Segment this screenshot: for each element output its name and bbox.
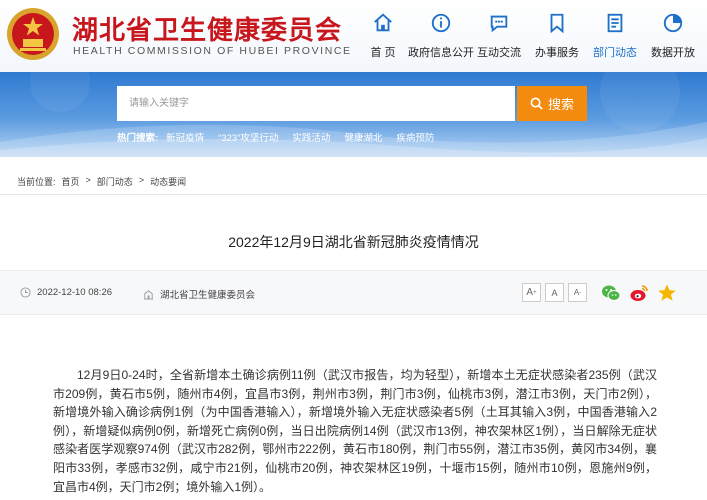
breadcrumb: 当前位置: 首页 > 部门动态 > 动态要闻 bbox=[17, 175, 186, 188]
nav-label: 数据开放 bbox=[651, 47, 695, 59]
article-source-text: 湖北省卫生健康委员会 bbox=[160, 290, 256, 301]
nav-dept-news[interactable]: 部门动态 bbox=[586, 10, 644, 64]
nav-gov-info[interactable]: 政府信息公开 bbox=[408, 10, 474, 64]
info-icon bbox=[431, 13, 451, 33]
font-size-controls: A + A A- bbox=[522, 283, 587, 302]
national-emblem-icon bbox=[7, 8, 59, 60]
article-source: 湖北省卫生健康委员会 bbox=[143, 287, 255, 301]
breadcrumb-label: 当前位置: bbox=[17, 177, 56, 187]
font-size-medium-label: A bbox=[551, 287, 558, 298]
nav-label: 部门动态 bbox=[593, 47, 637, 59]
article-date-text: 2022-12-10 08:26 bbox=[37, 287, 113, 298]
search-banner: 搜索 热门搜索: 新冠疫情 “323”攻坚行动 实践活动 健康湖北 疾病预防 bbox=[0, 72, 707, 157]
favorite-icon[interactable] bbox=[657, 283, 677, 303]
site-header: 湖北省卫生健康委员会 HEALTH COMMISSION OF HUBEI PR… bbox=[0, 0, 707, 72]
weibo-icon[interactable] bbox=[629, 283, 649, 303]
font-size-minus: - bbox=[579, 289, 582, 296]
font-size-medium-button[interactable]: A bbox=[545, 283, 564, 302]
article-body: 12月9日0-24时，全省新增本土确诊病例11例（武汉市报告，均为轻型），新增本… bbox=[53, 368, 657, 494]
nav-label: 互动交流 bbox=[477, 47, 521, 59]
chat-icon bbox=[490, 15, 508, 33]
document-icon bbox=[607, 13, 623, 33]
breadcrumb-home[interactable]: 首页 bbox=[62, 175, 80, 188]
breadcrumb-news[interactable]: 动态要闻 bbox=[150, 175, 186, 188]
hot-term-link[interactable]: 新冠疫情 bbox=[166, 130, 204, 144]
nav-interaction[interactable]: 互动交流 bbox=[470, 10, 528, 64]
nav-data-open[interactable]: 数据开放 bbox=[644, 10, 702, 64]
breadcrumb-separator: > bbox=[85, 175, 91, 185]
font-size-plus: + bbox=[533, 289, 537, 296]
search-icon bbox=[530, 97, 543, 110]
search-button[interactable]: 搜索 bbox=[517, 86, 587, 121]
hot-term-link[interactable]: 实践活动 bbox=[292, 130, 330, 144]
nav-services[interactable]: 办事服务 bbox=[528, 10, 586, 64]
home-icon bbox=[374, 13, 392, 32]
font-size-large-button[interactable]: A + bbox=[522, 283, 541, 302]
chart-icon bbox=[663, 13, 683, 33]
share-bar bbox=[601, 283, 677, 303]
article-meta-bar: 2022-12-10 08:26 湖北省卫生健康委员会 A + A A- bbox=[0, 270, 707, 315]
hot-term-link[interactable]: “323”攻坚行动 bbox=[218, 130, 278, 144]
building-icon bbox=[143, 289, 154, 300]
nav-label: 办事服务 bbox=[535, 47, 579, 59]
search-button-label: 搜索 bbox=[547, 97, 574, 112]
breadcrumb-separator: > bbox=[138, 175, 145, 185]
breadcrumb-dept-news[interactable]: 部门动态 bbox=[97, 175, 133, 188]
clock-icon bbox=[20, 287, 31, 298]
divider bbox=[0, 194, 707, 195]
search-input[interactable] bbox=[117, 86, 515, 121]
hot-search-label: 热门搜索: bbox=[117, 133, 159, 144]
bookmark-icon bbox=[550, 13, 564, 34]
nav-label: 政府信息公开 bbox=[408, 47, 474, 59]
main-nav: 首 页 政府信息公开 互动交流 办事服务 部门动态 数据开放 bbox=[354, 10, 707, 64]
nav-label: 首 页 bbox=[370, 47, 396, 59]
hot-term-link[interactable]: 健康湖北 bbox=[344, 130, 382, 144]
article-date: 2022-12-10 08:26 bbox=[20, 287, 112, 298]
nav-home[interactable]: 首 页 bbox=[354, 10, 412, 64]
hot-search: 热门搜索: 新冠疫情 “323”攻坚行动 实践活动 健康湖北 疾病预防 bbox=[117, 130, 434, 144]
font-size-large-label: A bbox=[526, 287, 534, 298]
article-title: 2022年12月9日湖北省新冠肺炎疫情情况 bbox=[228, 234, 479, 250]
font-size-small-button[interactable]: A- bbox=[568, 283, 587, 302]
hot-term-link[interactable]: 疾病预防 bbox=[396, 130, 434, 144]
site-subtitle: HEALTH COMMISSION OF HUBEI PROVINCE bbox=[73, 45, 352, 57]
site-title: 湖北省卫生健康委员会 bbox=[72, 16, 343, 46]
wechat-icon[interactable] bbox=[601, 283, 621, 303]
